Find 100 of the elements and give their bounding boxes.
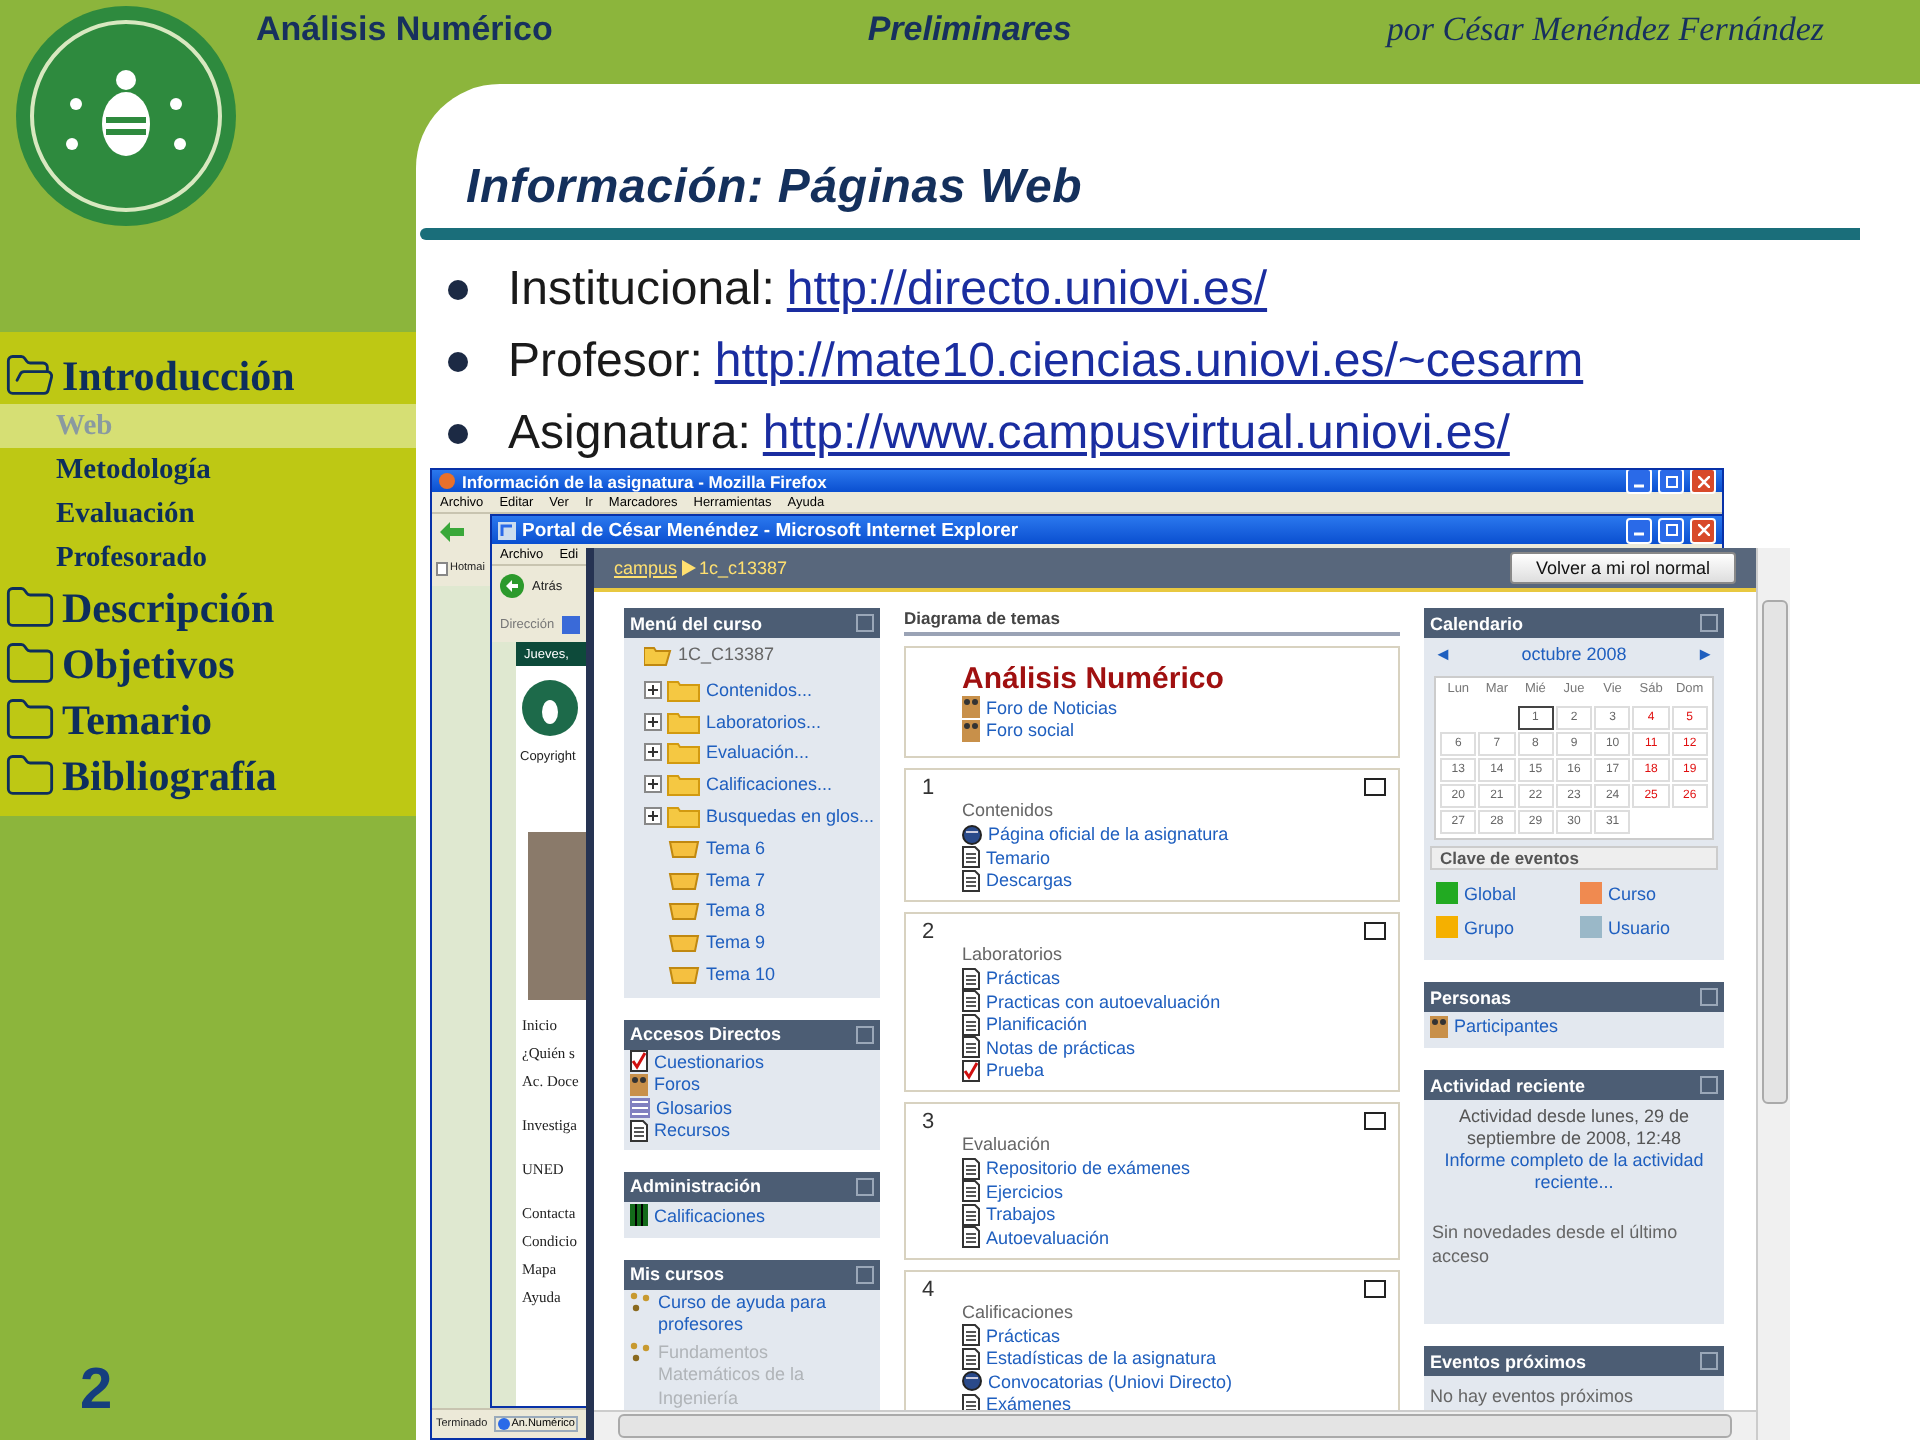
report-link[interactable]: Informe completo de la actividad reciente... xyxy=(1432,1150,1716,1194)
legend-link[interactable]: Grupo xyxy=(1464,917,1515,937)
shortcut-link[interactable]: Glosarios xyxy=(656,1097,733,1118)
square-icon[interactable] xyxy=(1364,1112,1386,1130)
shortcut-link[interactable]: Foros xyxy=(654,1074,701,1095)
next-month[interactable]: ► xyxy=(1696,644,1714,664)
resource-link[interactable]: Ejercicios xyxy=(986,1181,1064,1202)
section-number: 1 xyxy=(922,776,935,800)
url-link[interactable]: http://mate10.ciencias.uniovi.es/~cesarm xyxy=(714,333,1584,387)
maximize-button[interactable] xyxy=(1658,470,1684,494)
folder-icon xyxy=(668,869,700,890)
chapter-name: Preliminares xyxy=(867,10,1072,50)
resource-link[interactable]: Estadísticas de la asignatura xyxy=(986,1348,1217,1369)
minimize-button[interactable] xyxy=(1626,517,1652,543)
url-link[interactable]: http://directo.uniovi.es/ xyxy=(786,261,1268,315)
resource-link[interactable]: Página oficial de la asignatura xyxy=(988,824,1229,845)
section-number: 2 xyxy=(922,920,935,944)
resource-link[interactable]: Practicas con autoevaluación xyxy=(986,991,1221,1012)
role-button[interactable]: Volver a mi rol normal xyxy=(1509,552,1736,584)
resource-link[interactable]: Prácticas xyxy=(986,968,1061,989)
forum-link[interactable]: Foro de Noticias xyxy=(986,697,1118,718)
back-icon[interactable] xyxy=(500,574,524,598)
menu-link[interactable]: Tema 8 xyxy=(706,900,766,921)
minimize-button[interactable] xyxy=(1626,470,1652,494)
folder-icon xyxy=(668,932,700,953)
shortcut-link[interactable]: Recursos xyxy=(654,1120,731,1141)
square-icon[interactable] xyxy=(1364,922,1386,940)
legend-link[interactable]: Global xyxy=(1464,883,1517,903)
document-icon xyxy=(962,869,980,892)
close-button[interactable] xyxy=(1690,470,1716,494)
collapse-icon[interactable] xyxy=(1700,1352,1718,1370)
legend-link[interactable]: Curso xyxy=(1608,883,1657,903)
breadcrumb-link[interactable]: campus xyxy=(614,558,678,578)
document-icon xyxy=(962,1013,980,1036)
menu-link[interactable]: Tema 7 xyxy=(706,869,766,890)
collapse-icon[interactable] xyxy=(1700,1076,1718,1094)
forum-link[interactable]: Foro social xyxy=(986,720,1075,741)
menu-link[interactable]: Contenidos... xyxy=(706,679,813,700)
document-icon xyxy=(962,1393,980,1410)
resource-link[interactable]: Descargas xyxy=(986,870,1073,891)
legend-link[interactable]: Usuario xyxy=(1608,917,1671,937)
sidebar-subitem[interactable]: Metodología xyxy=(0,448,416,492)
resource-link[interactable]: Prueba xyxy=(986,1060,1045,1081)
section-summary: Evaluación xyxy=(960,1134,1053,1157)
admin-link[interactable]: Calificaciones xyxy=(654,1205,766,1226)
url-link[interactable]: http://www.campusvirtual.uniovi.es/ xyxy=(762,405,1510,459)
collapse-icon[interactable] xyxy=(856,1265,874,1284)
resource-link[interactable]: Temario xyxy=(986,847,1051,868)
sidebar-subitem[interactable]: Evaluación xyxy=(0,492,416,536)
resource-link[interactable]: Planificación xyxy=(986,1014,1088,1035)
collapse-icon[interactable] xyxy=(1700,988,1718,1006)
menu-link[interactable]: Tema 9 xyxy=(706,932,766,953)
collapse-icon[interactable] xyxy=(1700,614,1718,632)
resource-link[interactable]: Prácticas xyxy=(986,1325,1061,1346)
collapse-icon[interactable] xyxy=(856,1177,874,1196)
collapse-icon[interactable] xyxy=(856,614,874,632)
sidebar-item[interactable]: Introducción xyxy=(62,351,295,401)
close-icon xyxy=(1697,475,1709,487)
menu-link[interactable]: Tema 10 xyxy=(706,964,776,985)
people-link[interactable]: Participantes xyxy=(1454,1016,1559,1036)
course-title: Análisis Numérico xyxy=(960,662,1226,696)
back-icon[interactable] xyxy=(440,522,464,542)
horizontal-scrollbar[interactable] xyxy=(594,1410,1756,1440)
maximize-button[interactable] xyxy=(1658,517,1684,543)
resource-link[interactable]: Trabajos xyxy=(986,1204,1056,1225)
vertical-scrollbar[interactable] xyxy=(1756,548,1790,1440)
course-link[interactable]: Curso de ayuda para profesores xyxy=(658,1291,874,1338)
window-title: Portal de César Menéndez - Microsoft Internet Explorer xyxy=(522,519,1021,541)
sidebar-subitem[interactable]: Profesorado xyxy=(0,536,416,580)
month-link[interactable]: octubre 2008 xyxy=(1521,644,1627,664)
resource-link[interactable]: Convocatorias (Uniovi Directo) xyxy=(988,1371,1233,1392)
resource-link[interactable]: Exámenes xyxy=(986,1394,1072,1410)
course-code: 1C_C13387 xyxy=(678,644,775,668)
menu-link[interactable]: Laboratorios... xyxy=(706,711,822,732)
collapse-icon[interactable] xyxy=(856,1025,874,1044)
resource-link[interactable]: Autoevaluación xyxy=(986,1227,1110,1248)
square-icon[interactable] xyxy=(1364,778,1386,796)
document-icon xyxy=(962,990,980,1013)
sidebar-item[interactable]: Descripción xyxy=(62,583,275,633)
sidebar-item[interactable]: Temario xyxy=(62,695,213,745)
menu-link[interactable]: Tema 6 xyxy=(706,837,766,858)
menu-link[interactable]: Evaluación... xyxy=(706,742,810,763)
previous-month[interactable]: ◄ xyxy=(1434,644,1452,664)
close-button[interactable] xyxy=(1690,517,1716,543)
resource-link[interactable]: Notas de prácticas xyxy=(986,1037,1136,1058)
shortcut-link[interactable]: Cuestionarios xyxy=(654,1051,765,1072)
globe-icon xyxy=(962,1370,982,1393)
folder-icon xyxy=(644,772,700,797)
block-title: Actividad reciente xyxy=(1430,1075,1588,1095)
page-icon xyxy=(436,561,448,575)
events-note: No hay eventos próximos xyxy=(1428,1386,1634,1406)
bullet-icon xyxy=(448,351,468,371)
sidebar-item[interactable]: Objetivos xyxy=(62,639,235,689)
menu-link[interactable]: Calificaciones... xyxy=(706,774,833,795)
square-icon[interactable] xyxy=(1364,1279,1386,1297)
slide-number: 2 xyxy=(80,1358,115,1424)
resource-link[interactable]: Repositorio de exámenes xyxy=(986,1158,1191,1179)
folder-icon xyxy=(668,837,700,858)
menu-link[interactable]: Busquedas en glos... xyxy=(706,806,875,827)
sidebar-item[interactable]: Bibliografía xyxy=(62,751,277,801)
